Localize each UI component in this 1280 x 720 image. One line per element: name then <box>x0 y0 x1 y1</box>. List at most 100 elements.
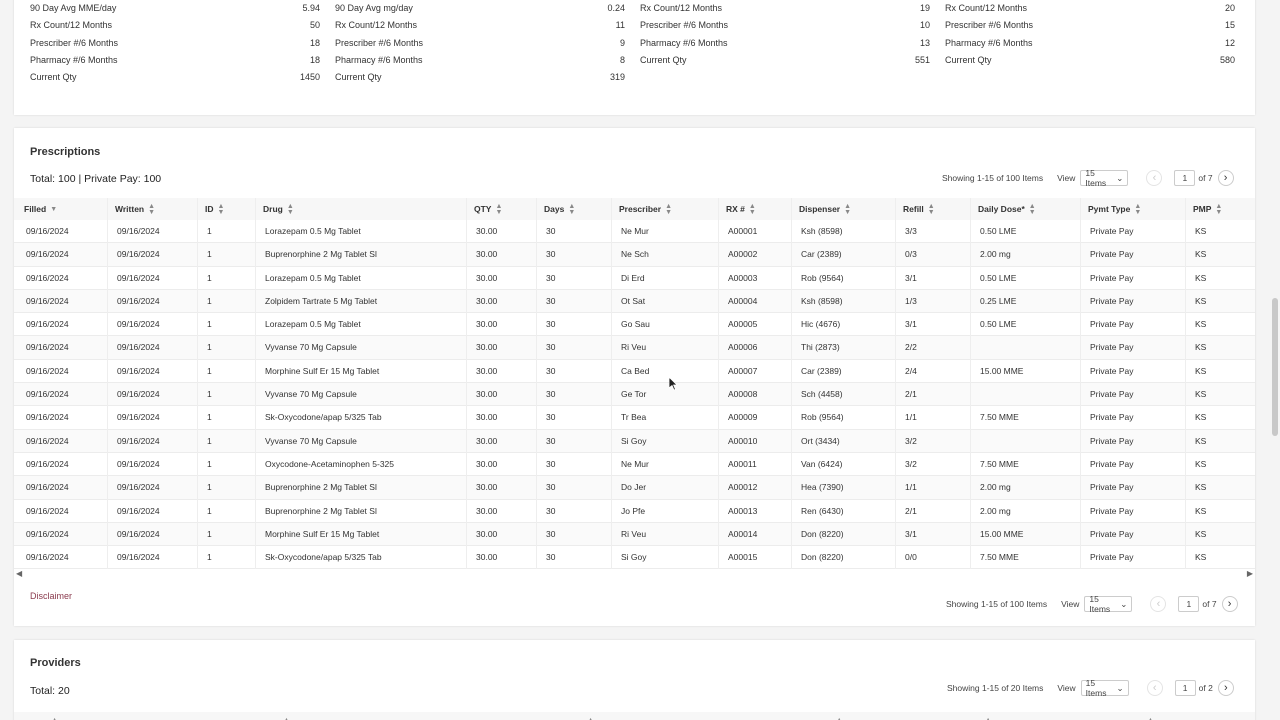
view-label: View <box>1057 683 1076 693</box>
summary-label: 90 Day Avg mg/day <box>335 3 413 13</box>
column-header-days[interactable]: Days ▲ ▼ <box>544 198 575 220</box>
page-number-input[interactable]: 1 <box>1174 680 1196 696</box>
column-header-filled[interactable]: Filled ▼ <box>24 198 57 220</box>
cell-dispenser: Rob (9564) <box>801 412 844 423</box>
table-row[interactable]: 09/16/2024 09/16/2024 1 Buprenorphine 2 Mg … <box>14 243 1255 267</box>
table-row[interactable]: 09/16/2024 09/16/2024 1 Morphine Sulf Er 15… <box>14 522 1255 547</box>
cell-daily-dose: 0.50 LME <box>980 272 1017 283</box>
cell-id: 1 <box>207 412 212 423</box>
prev-page-button[interactable]: ‹ <box>1146 680 1163 696</box>
page-number-input[interactable]: 1 <box>1174 170 1196 186</box>
column-header-pmp[interactable]: PMP ▲ ▼ <box>1193 198 1222 220</box>
prev-page-button[interactable]: ‹ <box>1150 596 1167 612</box>
cell-prescriber: Do Jer <box>621 482 647 493</box>
summary-label: Pharmacy #/6 Months <box>30 54 118 65</box>
table-row[interactable]: 09/16/2024 09/16/2024 1 Vyvanse 70 Mg Capsu… <box>14 429 1255 453</box>
table-row[interactable]: 09/16/2024 09/16/2024 1 Lorazepam 0.5 Mg Ta… <box>14 220 1255 244</box>
column-header-daily-dose[interactable]: Daily Dose* ▲ ▼ <box>978 198 1036 220</box>
cell-pmp: KS <box>1195 295 1207 306</box>
cell-rx-number: A00007 <box>728 365 758 376</box>
page-total: of 7 <box>1202 599 1217 609</box>
cell-pmp: KS <box>1195 389 1207 400</box>
scrollbar-thumb[interactable] <box>1272 298 1278 436</box>
summary-row: 90 Day Avg MME/day 5.94 <box>30 0 320 17</box>
summary-row: Pharmacy #/6 Months 12 <box>945 35 1235 52</box>
table-row[interactable]: 09/16/2024 09/16/2024 1 Oxycodone-Acetamino… <box>14 453 1255 477</box>
cell-qty: 30.00 <box>476 482 498 493</box>
table-row[interactable]: 09/16/2024 09/16/2024 1 Morphine Sulf Er 15… <box>14 360 1255 384</box>
summary-value: 319 <box>609 72 625 82</box>
column-header-address[interactable]: Address▲▼ <box>245 712 290 720</box>
column-header-refill[interactable]: Refill ▲ ▼ <box>903 198 935 220</box>
showing-count: Showing 1-15 of 20 Items <box>947 683 1044 693</box>
cell-qty: 30.00 <box>476 528 498 539</box>
column-header-city[interactable]: City▲▼ <box>567 712 594 720</box>
column-header-qty[interactable]: QTY ▲ ▼ <box>474 198 502 220</box>
column-header-written[interactable]: Written ▲ ▼ <box>115 198 155 220</box>
cell-written: 09/16/2024 <box>117 319 160 330</box>
disclaimer-link[interactable]: Disclaimer <box>30 591 72 601</box>
column-header-prescriber[interactable]: Prescriber ▲ ▼ <box>619 198 672 220</box>
column-divider <box>718 198 719 569</box>
column-header-label: Filled <box>24 204 47 214</box>
column-header-name[interactable]: Name▲▼ <box>24 712 58 720</box>
cell-qty: 30.00 <box>476 226 498 236</box>
vertical-scrollbar[interactable] <box>1270 0 1280 720</box>
cell-filled: 09/16/2024 <box>26 365 69 376</box>
cell-id: 1 <box>207 552 212 563</box>
table-row[interactable]: 09/16/2024 09/16/2024 1 Buprenorphine 2 Mg … <box>14 500 1255 523</box>
column-divider <box>536 198 537 569</box>
column-header-state[interactable]: State▲▼ <box>811 712 843 720</box>
horizontal-scrollbar[interactable]: ◀ ▶ <box>14 569 1255 579</box>
column-header-zipcode[interactable]: Zipcode▲▼ <box>948 712 992 720</box>
cell-prescriber: Ne Mur <box>621 226 649 236</box>
summary-value: 8 <box>619 54 625 65</box>
cell-refill: 3/1 <box>905 272 917 283</box>
items-per-page-select[interactable]: 15 Items ⌄ <box>1080 168 1129 188</box>
column-header-id[interactable]: ID ▲ ▼ <box>205 198 224 220</box>
pagination-providers: Showing 1-15 of 20 Items View 15 Items ⌄ … <box>947 678 1234 698</box>
prev-page-button[interactable]: ‹ <box>1146 170 1163 186</box>
table-row[interactable]: 09/16/2024 09/16/2024 1 Sk-Oxycodone/apap 5… <box>14 406 1255 430</box>
cell-drug: Buprenorphine 2 Mg Tablet Sl <box>265 482 377 493</box>
cell-written: 09/16/2024 <box>117 412 160 423</box>
column-header-label: QTY <box>474 204 492 214</box>
table-row[interactable]: 09/16/2024 09/16/2024 1 Vyvanse 70 Mg Capsu… <box>14 336 1255 360</box>
chevron-down-icon: ⌄ <box>1120 598 1128 609</box>
sort-desc-icon: ▼ <box>50 205 58 213</box>
column-header-rx-number[interactable]: RX # ▲ ▼ <box>726 198 756 220</box>
sort-icon: ▲▼ <box>1134 202 1142 216</box>
cell-daily-dose: 0.50 LME <box>980 226 1017 236</box>
column-header-phone[interactable]: Phone▲▼ <box>1117 712 1154 720</box>
column-header-drug[interactable]: Drug ▲ ▼ <box>263 198 294 220</box>
providers-table-header: Name▲▼ Address▲▼ City▲▼ State▲▼ Zipcode▲▼ Pho… <box>14 712 1255 720</box>
next-page-button[interactable]: › <box>1221 596 1238 612</box>
column-header-label: Days <box>544 204 565 214</box>
scroll-right-icon[interactable]: ▶ <box>1247 569 1253 578</box>
column-header-payment-type[interactable]: Pymt Type ▲ ▼ <box>1088 198 1141 220</box>
page-number-input[interactable]: 1 <box>1178 596 1200 612</box>
cell-refill: 1/3 <box>905 295 917 306</box>
column-divider <box>611 198 612 569</box>
table-row[interactable]: 09/16/2024 09/16/2024 1 Lorazepam 0.5 Mg Ta… <box>14 267 1255 290</box>
cell-rx-number: A00001 <box>728 226 758 236</box>
table-row[interactable]: 09/16/2024 09/16/2024 1 Sk-Oxycodone/apap 5… <box>14 546 1255 570</box>
summary-value: 1450 <box>299 72 320 82</box>
pagination-bottom: Showing 1-15 of 100 Items View 15 Items ⌄… <box>946 594 1238 614</box>
cell-daily-dose: 15.00 MME <box>980 528 1024 539</box>
items-per-page-select[interactable]: 15 Items ⌄ <box>1084 594 1133 614</box>
next-page-button[interactable]: › <box>1217 170 1234 186</box>
table-row[interactable]: 09/16/2024 09/16/2024 1 Buprenorphine 2 Mg … <box>14 476 1255 500</box>
cell-rx-number: A00002 <box>728 249 758 260</box>
items-per-page-select[interactable]: 15 Items ⌄ <box>1080 678 1129 698</box>
cell-drug: Vyvanse 70 Mg Capsule <box>265 342 357 353</box>
scroll-left-icon[interactable]: ◀ <box>16 569 22 578</box>
cell-id: 1 <box>207 249 212 260</box>
cell-dispenser: Car (2389) <box>801 365 842 376</box>
column-header-dispenser[interactable]: Dispenser ▲ ▼ <box>799 198 851 220</box>
table-row[interactable]: 09/16/2024 09/16/2024 1 Vyvanse 70 Mg Capsu… <box>14 383 1255 407</box>
table-row[interactable]: 09/16/2024 09/16/2024 1 Zolpidem Tartrate 5… <box>14 289 1255 314</box>
next-page-button[interactable]: › <box>1217 680 1234 696</box>
table-row[interactable]: 09/16/2024 09/16/2024 1 Lorazepam 0.5 Mg Ta… <box>14 313 1255 337</box>
summary-row: Current Qty 319 <box>335 69 625 86</box>
